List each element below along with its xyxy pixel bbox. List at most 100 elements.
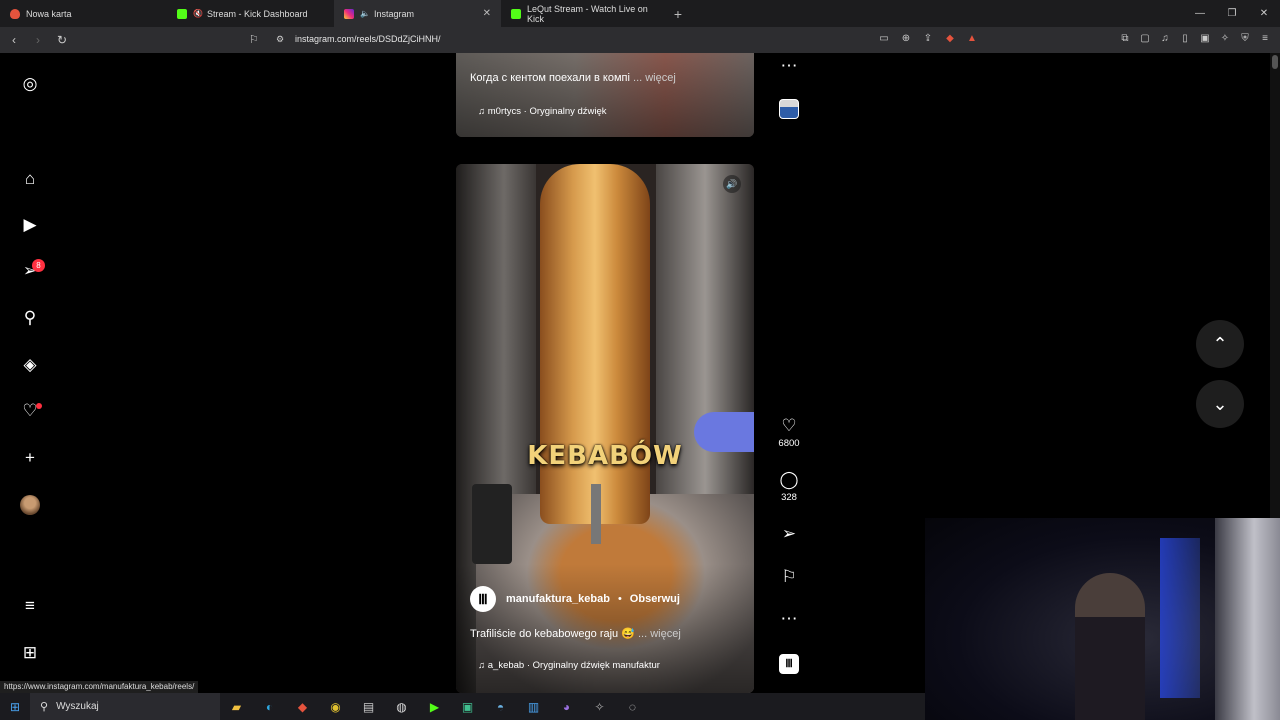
minimize-icon[interactable]: — <box>1184 0 1216 27</box>
zoom-icon[interactable]: ⊕ <box>899 33 913 44</box>
restore-icon[interactable]: ❐ <box>1216 0 1248 27</box>
share-button[interactable]: ➢ <box>774 524 804 544</box>
leo-ai-icon[interactable]: ✧ <box>1218 32 1232 46</box>
notification-dot <box>36 403 42 409</box>
tab-lequt-stream[interactable]: LeQut Stream - Watch Live on Kick <box>501 0 668 27</box>
reload-icon[interactable]: ↻ <box>52 33 72 47</box>
chevron-down-icon: ⌄ <box>1212 394 1228 414</box>
instagram-icon <box>344 8 354 19</box>
instagram-logo-icon[interactable]: ◎ <box>20 74 40 94</box>
close-tab-icon[interactable]: ✕ <box>483 8 491 19</box>
notifications-badge: 8 <box>32 259 45 272</box>
obs-icon[interactable]: ◍ <box>385 700 418 714</box>
wallet-icon[interactable]: ▣ <box>1198 32 1212 46</box>
caption-more-link[interactable]: ... więcej <box>633 72 676 84</box>
file-explorer-icon[interactable]: ▰ <box>220 700 253 714</box>
extensions-icon[interactable]: ⧉ <box>1118 32 1132 46</box>
separator-dot: • <box>617 593 622 605</box>
discord-icon[interactable]: ◕ <box>550 700 583 714</box>
tab-label: Stream - Kick Dashboard <box>206 8 308 19</box>
next-reel-button[interactable]: ⌄ <box>1196 380 1244 428</box>
reel-actions: ⋯ ♡ 6800 ◯ 328 ➢ ⚐ ⋯ Ⅲ <box>774 53 804 693</box>
tab-nowa-karta[interactable]: Nowa karta <box>0 0 167 27</box>
comment-button[interactable]: ◯ 328 <box>774 470 804 503</box>
scrollbar-thumb[interactable] <box>1272 55 1278 69</box>
reel-current[interactable]: KEBABÓW 🔊 Ⅲ manufaktura_kebab • Obserwuj… <box>456 164 754 693</box>
chrome-icon[interactable]: ◉ <box>319 700 352 714</box>
caption-text: Когда с кентом поехали в компі <box>470 72 630 84</box>
author-avatar[interactable]: Ⅲ <box>470 586 496 612</box>
media-icon[interactable]: ♫ <box>1158 32 1172 46</box>
curtain <box>1215 518 1280 720</box>
new-tab-button[interactable]: + <box>668 6 688 22</box>
forward-icon[interactable]: › <box>28 33 48 47</box>
profile-avatar[interactable] <box>20 495 40 515</box>
url-field[interactable]: instagram.com/reels/DSDdZjCiHNH/ <box>295 34 441 44</box>
app-icon[interactable]: ▥ <box>517 700 550 714</box>
previous-reel-button[interactable]: ⌃ <box>1196 320 1244 368</box>
tab-label: Instagram <box>373 8 414 19</box>
search-icon[interactable]: ⚲ <box>20 308 40 328</box>
audio-label: m0rtycs · Oryginalny dźwięk <box>487 106 607 117</box>
muted-speaker-icon[interactable]: 🔇 <box>193 9 203 18</box>
steam-icon[interactable]: ◓ <box>484 700 517 714</box>
home-icon[interactable]: ⌂ <box>20 169 40 189</box>
link-status-bar: https://www.instagram.com/manufaktura_ke… <box>0 681 199 693</box>
speaker-icon[interactable]: 🔈 <box>360 9 370 18</box>
brave-rewards-icon[interactable]: ▲ <box>965 33 979 44</box>
reel-audio[interactable]: ♫ a_kebab · Oryginalny dźwięk manufaktur <box>478 660 660 671</box>
app-icon[interactable]: ✧ <box>583 700 616 714</box>
brave-icon[interactable]: ◆ <box>286 700 319 714</box>
like-button[interactable]: ♡ 6800 <box>774 416 804 449</box>
tab-instagram[interactable]: 🔈 Instagram ✕ <box>334 0 501 27</box>
comment-count: 328 <box>781 492 797 503</box>
follow-button[interactable]: Obserwuj <box>630 593 680 605</box>
music-note-icon: ♫ <box>478 106 486 117</box>
cast-icon[interactable]: ▭ <box>877 33 891 44</box>
app-icon[interactable]: ▤ <box>352 700 385 714</box>
close-window-icon[interactable]: ✕ <box>1248 0 1280 27</box>
audio-thumbnail[interactable]: Ⅲ <box>779 654 799 674</box>
reels-icon[interactable]: ▶ <box>20 215 40 235</box>
more-options-icon[interactable]: ⋯ <box>774 56 804 76</box>
caption-more-link[interactable]: ... więcej <box>638 628 681 640</box>
reel-previous[interactable]: Когда с кентом поехали в компі ... więce… <box>456 53 754 137</box>
volume-icon[interactable]: 🔊 <box>723 175 741 193</box>
brave-icon <box>10 8 20 19</box>
more-menu-icon[interactable]: ≡ <box>20 596 40 616</box>
app-icon[interactable]: ◌ <box>616 700 649 714</box>
sidebar-toggle-icon[interactable]: ▯ <box>1178 32 1192 46</box>
like-count: 6800 <box>778 438 800 449</box>
bookmark-icon[interactable]: ⚐ <box>249 33 259 46</box>
kick-icon[interactable]: ▶ <box>418 700 451 714</box>
explore-icon[interactable]: ◈ <box>20 355 40 375</box>
caption-text: Trafiliście do kebabowego raju 😅 <box>470 628 635 640</box>
reel-audio[interactable]: ♫ m0rtycs · Oryginalny dźwięk <box>478 106 607 117</box>
tab-search-icon[interactable]: ▢ <box>1138 32 1152 46</box>
site-info-icon[interactable]: ⚙ <box>276 34 284 45</box>
reel-caption: Когда с кентом поехали в компі ... więce… <box>470 72 676 84</box>
tab-kick-dashboard[interactable]: 🔇 Stream - Kick Dashboard <box>167 0 334 27</box>
create-plus-icon[interactable]: + <box>20 448 40 468</box>
tab-label: Nowa karta <box>26 8 72 19</box>
search-placeholder: Wyszukaj <box>56 701 99 712</box>
window-controls: — ❐ ✕ <box>1184 0 1280 27</box>
previous-audio-thumbnail[interactable] <box>779 99 799 119</box>
address-bar-actions: ▭ ⊕ ⇪ ◆ ▲ <box>877 33 979 44</box>
blue-light <box>1160 538 1200 698</box>
windows-start-icon[interactable]: ⊞ <box>0 700 30 714</box>
windows-taskbar: ⊞ ⚲ Wyszukaj ▰ ◐ ◆ ◉ ▤ ◍ ▶ ▣ ◓ ▥ ◕ ✧ ◌ <box>0 693 925 720</box>
menu-icon[interactable]: ≡ <box>1258 32 1272 46</box>
brave-shields-icon[interactable]: ◆ <box>943 33 957 44</box>
save-button[interactable]: ⚐ <box>774 567 804 587</box>
back-icon[interactable]: ‹ <box>4 33 24 47</box>
slicer-machine <box>472 484 512 564</box>
app-icon[interactable]: ▣ <box>451 700 484 714</box>
vpn-icon[interactable]: ⛨ <box>1238 32 1252 46</box>
share-icon[interactable]: ⇪ <box>921 33 935 44</box>
edge-icon[interactable]: ◐ <box>253 700 286 714</box>
author-username[interactable]: manufaktura_kebab <box>506 593 610 605</box>
taskbar-search[interactable]: ⚲ Wyszukaj <box>30 693 220 720</box>
more-options-icon[interactable]: ⋯ <box>774 609 804 629</box>
apps-icon[interactable]: ⊞ <box>20 643 40 663</box>
